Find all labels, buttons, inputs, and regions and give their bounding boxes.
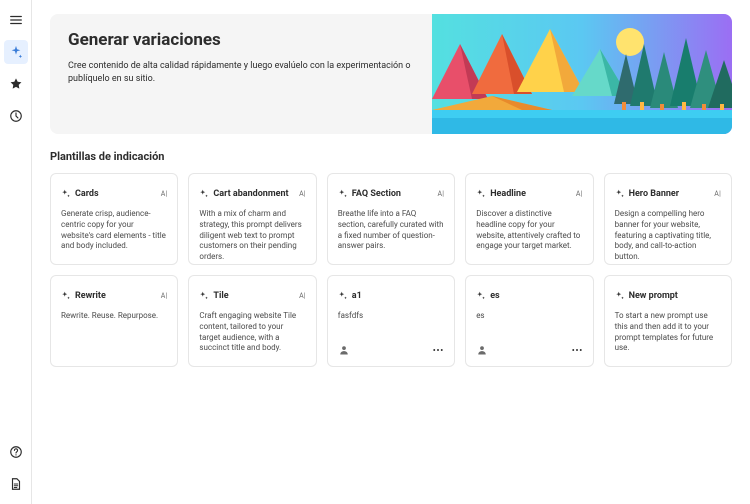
card-title: a1 xyxy=(352,291,362,301)
template-card[interactable]: Rewrite A| Rewrite. Reuse. Repurpose. xyxy=(50,275,178,367)
history-icon[interactable] xyxy=(4,104,28,128)
card-title: Cart abandonment xyxy=(213,189,288,199)
hero-banner: Generar variaciones Cree contenido de al… xyxy=(50,14,732,134)
template-grid: Cards A| Generate crisp, audience-centric … xyxy=(50,173,732,367)
template-card[interactable]: Cards A| Generate crisp, audience-centric … xyxy=(50,173,178,265)
generate-icon[interactable] xyxy=(4,40,28,64)
more-icon[interactable] xyxy=(432,341,444,360)
author-icon xyxy=(476,341,488,360)
sidebar xyxy=(0,0,32,504)
template-card[interactable]: Cart abandonment A| With a mix of charm an… xyxy=(188,173,316,265)
card-description: Breathe life into a FAQ section, careful… xyxy=(338,209,444,252)
card-description: To start a new prompt use this and then … xyxy=(615,311,721,354)
card-title: Hero Banner xyxy=(629,189,680,199)
card-description: Rewrite. Reuse. Repurpose. xyxy=(61,311,167,322)
template-card[interactable]: Headline A| Discover a distinctive headlin… xyxy=(465,173,593,265)
adobe-badge: A| xyxy=(576,190,583,198)
card-description: Design a compelling hero banner for your… xyxy=(615,209,721,263)
card-description: With a mix of charm and strategy, this p… xyxy=(199,209,305,263)
help-icon[interactable] xyxy=(4,440,28,464)
hero-illustration xyxy=(432,14,732,134)
adobe-badge: A| xyxy=(438,190,445,198)
card-title: es xyxy=(490,291,499,301)
sparkle-icon xyxy=(476,286,486,305)
card-description: Generate crisp, audience-centric copy fo… xyxy=(61,209,167,252)
card-title: Cards xyxy=(75,189,99,199)
card-description: fasfdfs xyxy=(338,311,444,322)
card-description: es xyxy=(476,311,582,322)
template-card[interactable]: es es xyxy=(465,275,593,367)
adobe-badge: A| xyxy=(714,190,721,198)
sparkle-icon xyxy=(199,286,209,305)
card-description: Discover a distinctive headline copy for… xyxy=(476,209,582,252)
menu-icon[interactable] xyxy=(4,8,28,32)
template-card[interactable]: a1 fasfdfs xyxy=(327,275,455,367)
document-icon[interactable] xyxy=(4,472,28,496)
template-card[interactable]: Hero Banner A| Design a compelling hero ba… xyxy=(604,173,732,265)
sparkle-icon xyxy=(476,184,486,203)
author-icon xyxy=(338,341,350,360)
favorites-icon[interactable] xyxy=(4,72,28,96)
more-icon[interactable] xyxy=(571,341,583,360)
adobe-badge: A| xyxy=(299,190,306,198)
page-title: Generar variaciones xyxy=(68,30,414,50)
template-card[interactable]: FAQ Section A| Breathe life into a FAQ sec… xyxy=(327,173,455,265)
adobe-badge: A| xyxy=(299,292,306,300)
card-title: Headline xyxy=(490,189,526,199)
card-description: Craft engaging website Tile content, tai… xyxy=(199,311,305,354)
sparkle-icon xyxy=(338,286,348,305)
section-title: Plantillas de indicación xyxy=(50,150,732,163)
template-card[interactable]: Tile A| Craft engaging website Tile conten… xyxy=(188,275,316,367)
sparkle-icon xyxy=(61,184,71,203)
main-content: Generar variaciones Cree contenido de al… xyxy=(32,0,750,504)
sparkle-icon xyxy=(61,286,71,305)
card-title: Rewrite xyxy=(75,291,106,301)
adobe-badge: A| xyxy=(161,190,168,198)
sparkle-icon xyxy=(615,184,625,203)
page-subtitle: Cree contenido de alta calidad rápidamen… xyxy=(68,60,414,85)
template-card[interactable]: New prompt To start a new prompt use this… xyxy=(604,275,732,367)
sparkle-icon xyxy=(338,184,348,203)
card-title: Tile xyxy=(213,291,228,301)
sparkle-icon xyxy=(199,184,209,203)
sparkle-icon xyxy=(615,286,625,305)
adobe-badge: A| xyxy=(161,292,168,300)
card-title: New prompt xyxy=(629,291,678,301)
card-title: FAQ Section xyxy=(352,189,401,199)
